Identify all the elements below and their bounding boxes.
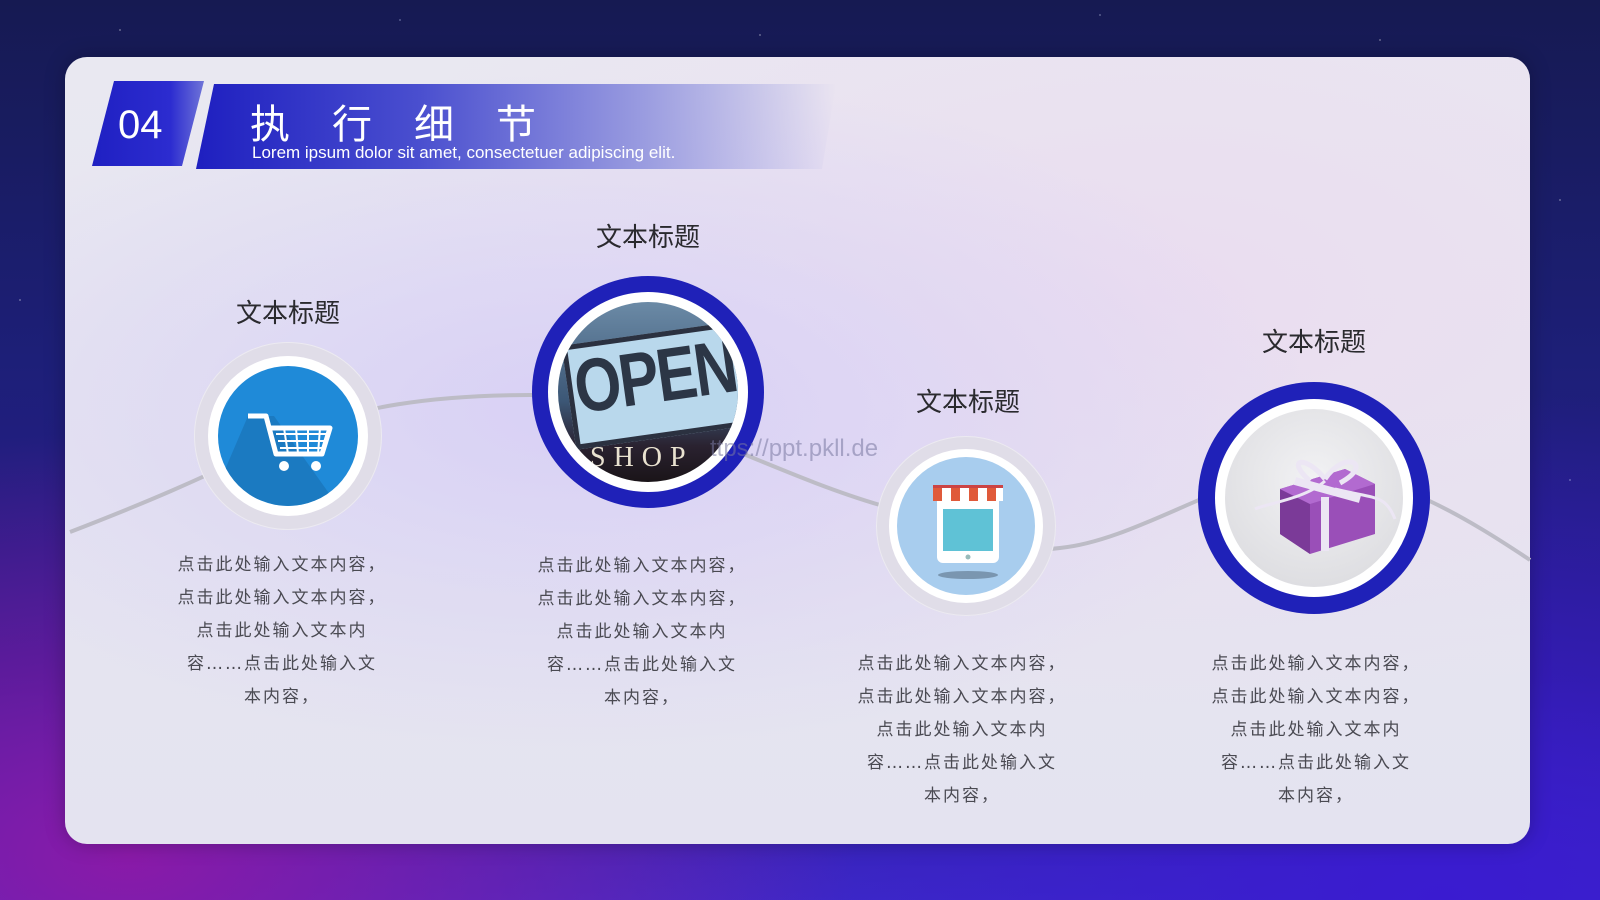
desc-line: 点击此处输入文本内 bbox=[196, 621, 368, 641]
desc-line: 本内容， bbox=[604, 688, 680, 708]
item-node-4[interactable] bbox=[1198, 382, 1430, 614]
shopping-cart-icon bbox=[218, 366, 358, 506]
desc-line: 容……点击此处输入文 bbox=[547, 655, 737, 675]
item-title-4: 文本标题 bbox=[1261, 328, 1367, 358]
page-subtitle: Lorem ipsum dolor sit amet, consectetuer… bbox=[252, 143, 676, 162]
desc-line: 点击此处输入文本内容， bbox=[857, 687, 1067, 707]
desc-line: 点击此处输入文本内 bbox=[556, 622, 728, 642]
item-desc-3: 点击此处输入文本内容， 点击此处输入文本内容， 点击此处输入文本内 容……点击此… bbox=[847, 648, 1077, 813]
desc-line: 点击此处输入文本内容， bbox=[857, 654, 1067, 674]
desc-line: 容……点击此处输入文 bbox=[867, 753, 1057, 773]
gift-box-photo bbox=[1225, 409, 1403, 587]
watermark-text: ttps://ppt.pkll.de bbox=[710, 435, 879, 462]
item-title-2: 文本标题 bbox=[595, 223, 701, 253]
desc-line: 本内容， bbox=[1278, 786, 1354, 806]
item-title-1: 文本标题 bbox=[235, 299, 341, 329]
item-node-3[interactable] bbox=[876, 436, 1056, 616]
desc-line: 点击此处输入文本内容， bbox=[537, 556, 747, 576]
desc-line: 本内容， bbox=[924, 786, 1000, 806]
shop-sign-text: SHOP bbox=[590, 442, 694, 473]
section-number: 04 bbox=[118, 103, 163, 147]
storefront-tablet-icon bbox=[897, 457, 1035, 595]
desc-line: 本内容， bbox=[244, 687, 320, 707]
item-desc-2: 点击此处输入文本内容， 点击此处输入文本内容， 点击此处输入文本内 容……点击此… bbox=[527, 550, 757, 715]
desc-line: 点击此处输入文本内容， bbox=[1211, 654, 1421, 674]
page-title: 执行细节 bbox=[250, 102, 578, 148]
desc-line: 点击此处输入文本内 bbox=[876, 720, 1048, 740]
desc-line: 点击此处输入文本内容， bbox=[177, 555, 387, 575]
desc-line: 点击此处输入文本内容， bbox=[177, 588, 387, 608]
item-title-3: 文本标题 bbox=[915, 388, 1021, 418]
item-desc-1: 点击此处输入文本内容， 点击此处输入文本内容， 点击此处输入文本内 容……点击此… bbox=[167, 549, 397, 714]
desc-line: 容……点击此处输入文 bbox=[1221, 753, 1411, 773]
desc-line: 点击此处输入文本内 bbox=[1230, 720, 1402, 740]
item-desc-4: 点击此处输入文本内容， 点击此处输入文本内容， 点击此处输入文本内 容……点击此… bbox=[1201, 648, 1431, 813]
desc-line: 容……点击此处输入文 bbox=[187, 654, 377, 674]
desc-line: 点击此处输入文本内容， bbox=[1211, 687, 1421, 707]
desc-line: 点击此处输入文本内容， bbox=[537, 589, 747, 609]
item-node-1[interactable] bbox=[194, 342, 382, 530]
item-node-2[interactable]: OPEN SHOP bbox=[532, 276, 764, 508]
